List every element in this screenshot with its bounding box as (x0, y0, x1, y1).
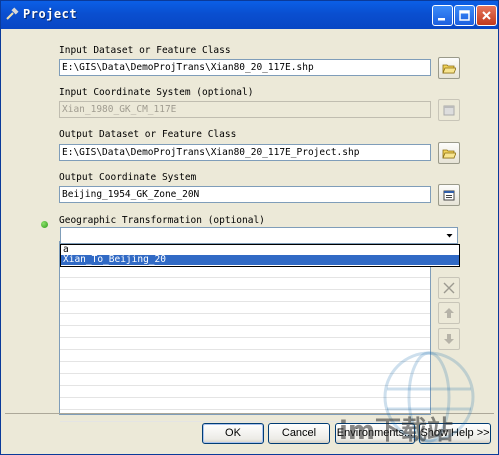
output-dataset-field[interactable]: E:\GIS\Data\DemoProjTrans\Xian80_20_117E… (59, 144, 431, 161)
remove-button (438, 277, 460, 299)
project-dialog: Project Input Dataset or Feature Class E… (0, 0, 499, 455)
move-down-button (438, 328, 460, 350)
input-dataset-label: Input Dataset or Feature Class (59, 45, 231, 56)
ok-button[interactable]: OK (202, 423, 264, 444)
close-icon (482, 11, 491, 20)
output-cs-label: Output Coordinate System (59, 172, 197, 183)
input-cs-field: Xian_1980_GK_CM_117E (59, 101, 431, 118)
minimize-icon (438, 18, 445, 21)
geo-transform-dropdown[interactable]: a Xian_To_Beijing_20 (60, 244, 460, 267)
maximize-button[interactable] (454, 5, 475, 26)
x-icon (443, 282, 455, 294)
properties-icon (443, 105, 455, 116)
input-cs-label: Input Coordinate System (optional) (59, 87, 254, 98)
show-help-button[interactable]: Show Help >> (419, 423, 491, 444)
input-cs-properties-button (438, 99, 460, 121)
dialog-body: Input Dataset or Feature Class E:\GIS\Da… (5, 31, 494, 452)
environments-button[interactable]: Environments... (335, 423, 415, 444)
output-dataset-label: Output Dataset or Feature Class (59, 129, 237, 140)
browse-output-button[interactable] (438, 142, 460, 164)
maximize-icon (459, 10, 470, 21)
required-indicator (41, 221, 48, 228)
dropdown-option-selected[interactable]: Xian_To_Beijing_20 (61, 255, 459, 265)
open-folder-icon (442, 149, 456, 159)
divider (5, 413, 494, 414)
open-folder-icon (442, 64, 456, 74)
window-title: Project (23, 7, 78, 21)
cancel-button[interactable]: Cancel (268, 423, 330, 444)
move-up-button (438, 302, 460, 324)
minimize-button[interactable] (432, 5, 453, 26)
geo-transform-label: Geographic Transformation (optional) (59, 215, 265, 226)
output-cs-properties-button[interactable] (438, 184, 460, 206)
chevron-down-icon[interactable] (443, 229, 456, 242)
close-button[interactable] (476, 5, 497, 26)
arrow-up-icon (444, 308, 454, 318)
geo-transform-list[interactable] (59, 241, 431, 422)
browse-input-button[interactable] (438, 57, 460, 79)
hammer-icon (6, 7, 19, 20)
properties-icon (443, 190, 455, 201)
output-cs-field[interactable]: Beijing_1954_GK_Zone_20N (59, 186, 431, 203)
geo-transform-combo[interactable] (60, 227, 458, 244)
arrow-down-icon (444, 334, 454, 344)
input-dataset-field[interactable]: E:\GIS\Data\DemoProjTrans\Xian80_20_117E… (59, 59, 431, 76)
title-bar[interactable]: Project (1, 1, 498, 29)
